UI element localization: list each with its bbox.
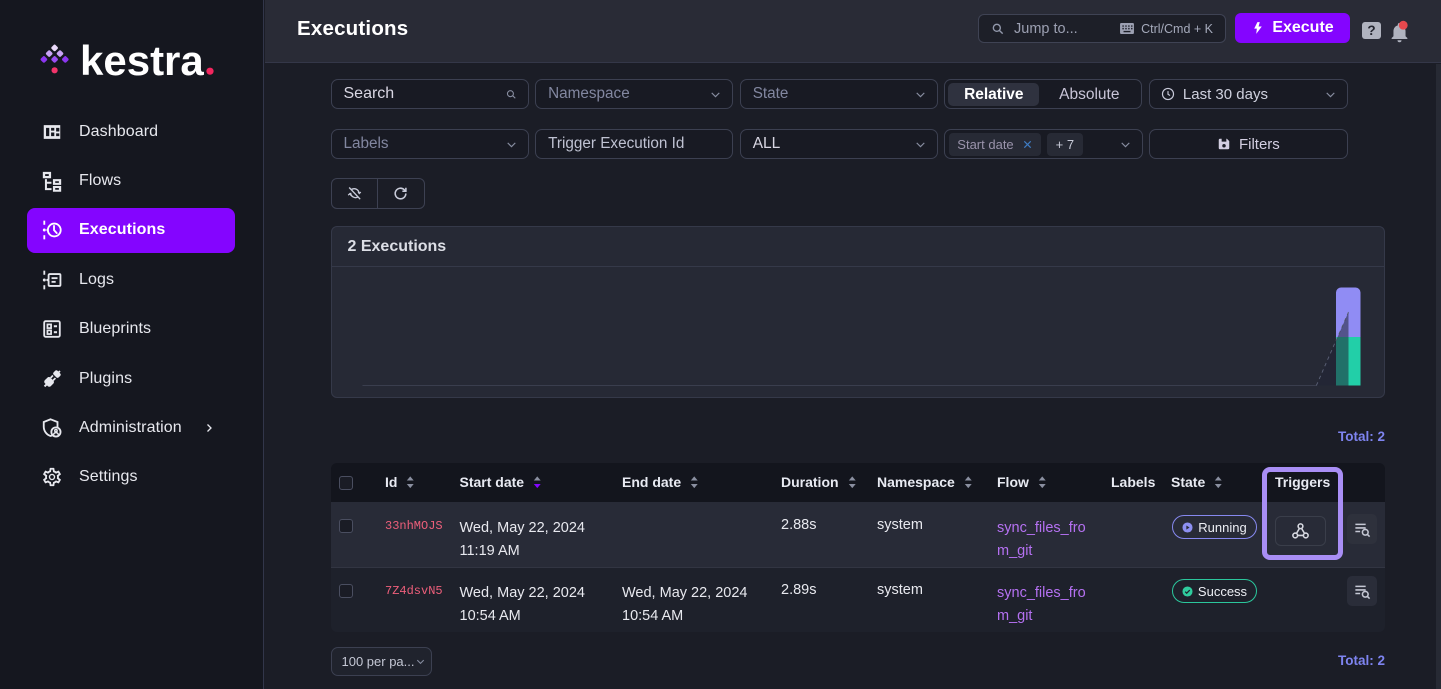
svg-text:kestra: kestra [80, 38, 204, 84]
